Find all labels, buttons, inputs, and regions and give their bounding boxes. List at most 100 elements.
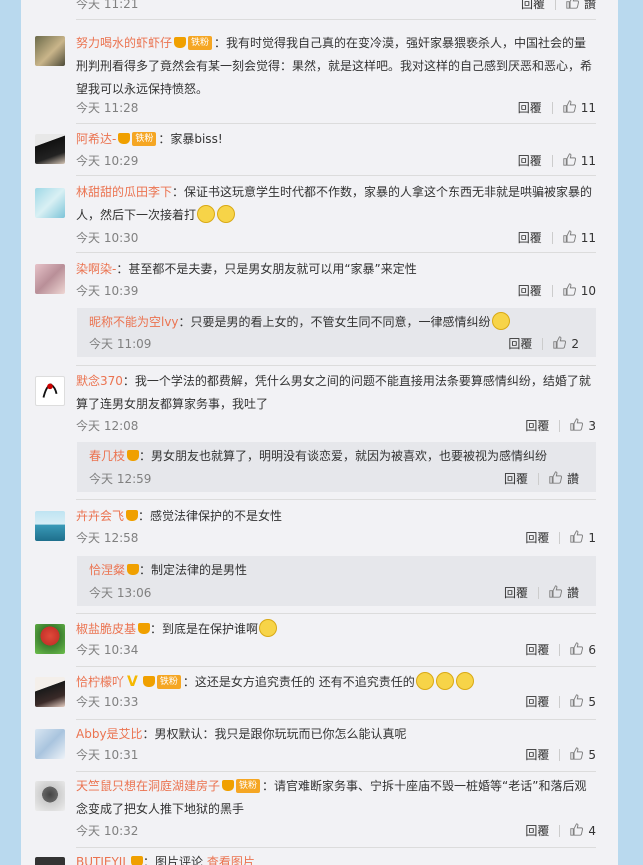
like-button[interactable]: 4 (570, 823, 596, 838)
divider (76, 847, 596, 848)
comment-actions: 回覆 1 (525, 528, 596, 548)
like-count: 6 (588, 643, 596, 657)
username-link[interactable]: Abby是艾比 (76, 727, 143, 741)
like-button[interactable]: 3 (570, 418, 596, 433)
like-button[interactable]: 10 (563, 283, 596, 298)
thumbs-up-icon (563, 153, 576, 166)
reply-button[interactable]: 回覆 (518, 154, 542, 168)
view-image-link[interactable]: 查看图片 (207, 855, 255, 865)
like-button[interactable]: 5 (570, 747, 596, 762)
comment-body: ：制定法律的是男性 (139, 563, 248, 577)
avatar[interactable] (35, 134, 65, 164)
avatar[interactable] (35, 188, 65, 218)
divider (559, 531, 561, 544)
reply-button[interactable]: 回覆 (525, 531, 549, 545)
like-button[interactable]: 5 (570, 694, 596, 709)
like-count: 2 (571, 337, 579, 351)
like-button[interactable]: 讚 (549, 471, 579, 486)
reply-button[interactable]: 回覆 (525, 643, 549, 657)
avatar[interactable] (35, 264, 65, 294)
like-button[interactable]: 11 (563, 100, 596, 115)
reply-button[interactable]: 回覆 (518, 284, 542, 298)
avatar[interactable] (35, 624, 65, 654)
reply-button[interactable]: 回覆 (525, 419, 549, 433)
list-item: BUTIEYIL ：图片评论 查看图片 (21, 851, 618, 865)
comment-time: 今天 10:34 (76, 643, 139, 657)
avatar[interactable] (35, 376, 65, 406)
reply-button[interactable]: 回覆 (525, 824, 549, 838)
avatar[interactable] (35, 781, 65, 811)
avatar[interactable] (35, 677, 65, 707)
reply-button[interactable]: 回覆 (521, 0, 545, 11)
username-link[interactable]: 努力喝水的虾虾仔 (76, 36, 172, 50)
reply-button[interactable]: 回覆 (504, 586, 528, 600)
comment-time: 今天 10:32 (76, 824, 139, 838)
like-button[interactable]: 11 (563, 153, 596, 168)
comment-text: 卉卉会飞 ：感觉法律保护的不是女性 (76, 505, 596, 528)
like-count: 3 (588, 419, 596, 433)
username-link[interactable]: 椒盐脆皮基 (76, 622, 136, 636)
divider (537, 586, 539, 599)
username-link[interactable]: 染啊染- (76, 262, 116, 276)
username-link[interactable]: 恰柠檬吖 (76, 675, 124, 689)
reply-button[interactable]: 回覆 (508, 337, 532, 351)
avatar[interactable] (35, 729, 65, 759)
username-link[interactable]: 默念370 (76, 374, 123, 388)
thumbs-up-icon (553, 336, 567, 349)
thumbs-up-icon (570, 642, 584, 655)
username-link[interactable]: 阿希达- (76, 132, 116, 146)
like-button[interactable]: 6 (570, 642, 596, 657)
comment-time: 今天 10:39 (76, 284, 139, 298)
divider (76, 613, 596, 614)
divider (76, 719, 596, 720)
crown-icon (131, 856, 144, 865)
thumbs-up-icon (563, 230, 576, 243)
emoji-icon (259, 618, 278, 637)
username-link[interactable]: 恰涅粲 (89, 563, 125, 577)
like-button[interactable]: 1 (570, 530, 596, 545)
username-link[interactable]: 昵称不能为空lvy (89, 315, 179, 329)
comment-text: 椒盐脆皮基 ：到底是在保护谁啊 (76, 618, 596, 641)
crown-icon (142, 676, 155, 687)
comment-text: 林甜甜的瓜田李下：保证书这玩意学生时代都不作数，家暴的人拿这个东西无非就是哄骗被… (76, 181, 596, 227)
comment-time: 今天 12:59 (89, 472, 152, 486)
emoji-icon (455, 671, 474, 690)
divider (76, 771, 596, 772)
avatar[interactable] (35, 857, 65, 865)
fan-badge: 铁粉 (156, 674, 181, 689)
username-link[interactable]: 天竺鼠只想在洞庭湖建房子 (76, 779, 220, 793)
like-button[interactable]: 11 (563, 230, 596, 245)
comment-time: 今天 11:09 (89, 337, 152, 351)
comment-text: Abby是艾比：男权默认：我只是跟你玩玩而已你怎么能认真呢 (76, 723, 596, 746)
reply-button[interactable]: 回覆 (525, 695, 549, 709)
username-link[interactable]: 林甜甜的瓜田李下 (76, 185, 172, 199)
avatar[interactable] (35, 511, 65, 541)
divider (76, 252, 596, 253)
reply-button[interactable]: 回覆 (525, 748, 549, 762)
divider (554, 0, 556, 10)
reply-button[interactable]: 回覆 (504, 472, 528, 486)
divider (559, 824, 561, 837)
username-link[interactable]: 卉卉会飞 (76, 509, 124, 523)
divider (542, 337, 544, 350)
like-button[interactable]: 讚 (566, 0, 596, 11)
comment-body: ：我一个学法的都费解，凭什么男女之间的问题不能直接用法条要算感情纠纷，结婚了就算… (76, 374, 591, 411)
username-link[interactable]: 春几枝 (89, 449, 125, 463)
emoji-icon (197, 204, 216, 223)
thumbs-up-icon (566, 0, 579, 9)
divider (76, 19, 596, 20)
reply-button[interactable]: 回覆 (518, 231, 542, 245)
reply-button[interactable]: 回覆 (518, 101, 542, 115)
like-button[interactable]: 2 (553, 336, 579, 351)
comment-panel: 今天 11:21 回覆讚 努力喝水的虾虾仔 铁粉 ：我有时觉得我自己真的在变冷漠，强… (21, 0, 618, 865)
like-count: 讚 (566, 586, 579, 600)
divider (537, 472, 539, 485)
list-item: 默念370：我一个学法的都费解，凭什么男女之间的问题不能直接用法条要算感情纠纷，… (21, 370, 618, 436)
username-link[interactable]: BUTIEYIL (76, 855, 129, 865)
avatar[interactable] (35, 36, 65, 66)
like-button[interactable]: 讚 (549, 585, 579, 600)
emoji-icon (217, 204, 236, 223)
thumbs-up-icon (549, 471, 562, 484)
list-item: 恰柠檬吖 V 铁粉 ：这还是女方追究责任的 还有不追究责任的 今天 10:33 回覆 5 (21, 671, 618, 716)
divider (76, 666, 596, 667)
